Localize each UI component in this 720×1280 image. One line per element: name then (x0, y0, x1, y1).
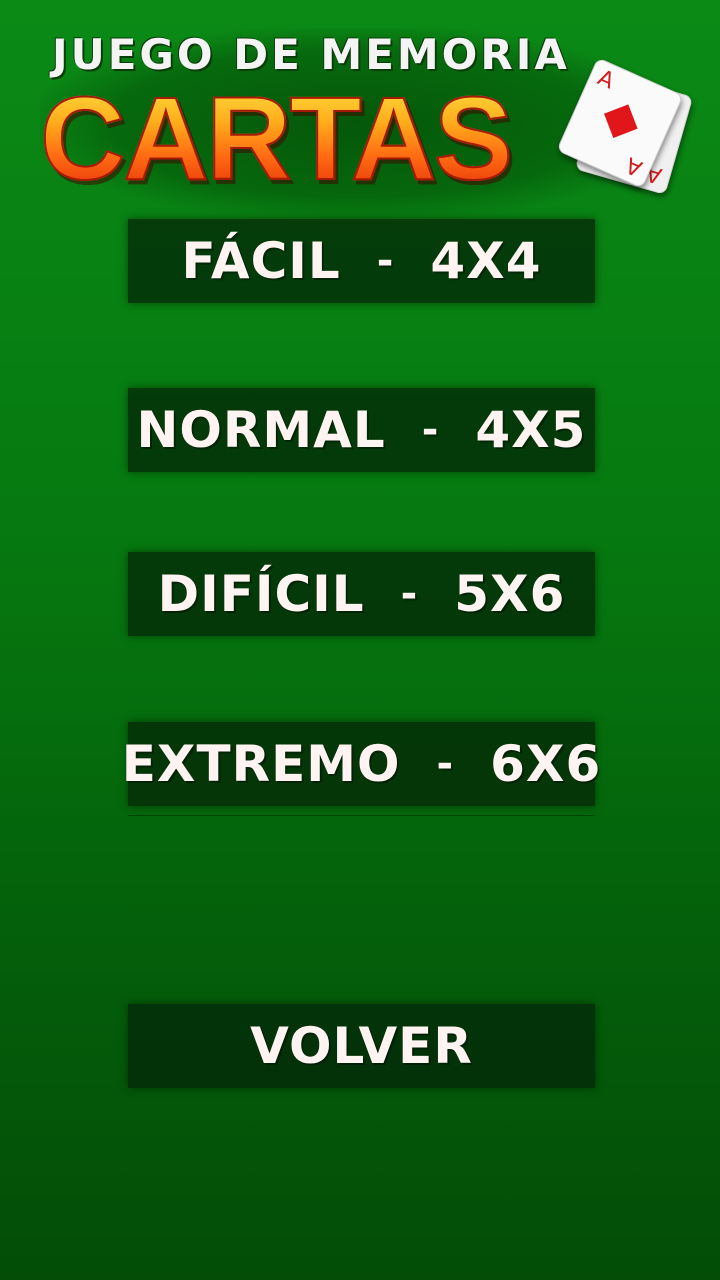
back-button[interactable]: VOLVER (128, 1004, 595, 1088)
difficulty-extreme-button[interactable]: EXTREMO - 6X6 (122, 722, 600, 806)
grid-size: 4X4 (430, 232, 542, 290)
difficulty-easy-button[interactable]: FÁCIL - 4X4 (128, 219, 595, 303)
card-rank: A (593, 65, 618, 95)
logo-subtitle: JUEGO DE MEMORIA (52, 30, 570, 79)
logo-title: CARTAS (39, 73, 514, 205)
difficulty-normal-button[interactable]: NORMAL - 4X5 (128, 388, 595, 472)
grid-size: 4X5 (475, 401, 587, 459)
difficulty-separator: - (436, 741, 455, 787)
difficulty-separator: - (376, 238, 395, 284)
grid-size: 6X6 (490, 735, 602, 793)
back-label: VOLVER (250, 1017, 473, 1075)
playing-cards-icon: A A A (556, 57, 694, 198)
grid-size: 5X6 (454, 565, 566, 623)
difficulty-name: DIFÍCIL (157, 565, 365, 623)
game-logo: JUEGO DE MEMORIA CARTAS A A A (30, 18, 694, 218)
difficulty-name: FÁCIL (181, 232, 341, 290)
difficulty-separator: - (400, 571, 419, 617)
diamond-suit-icon (604, 104, 638, 138)
card-rank: A (622, 151, 647, 181)
difficulty-name: NORMAL (136, 401, 386, 459)
difficulty-separator: - (421, 407, 440, 453)
difficulty-name: EXTREMO (121, 735, 401, 793)
menu-divider (128, 815, 595, 816)
difficulty-hard-button[interactable]: DIFÍCIL - 5X6 (128, 552, 595, 636)
